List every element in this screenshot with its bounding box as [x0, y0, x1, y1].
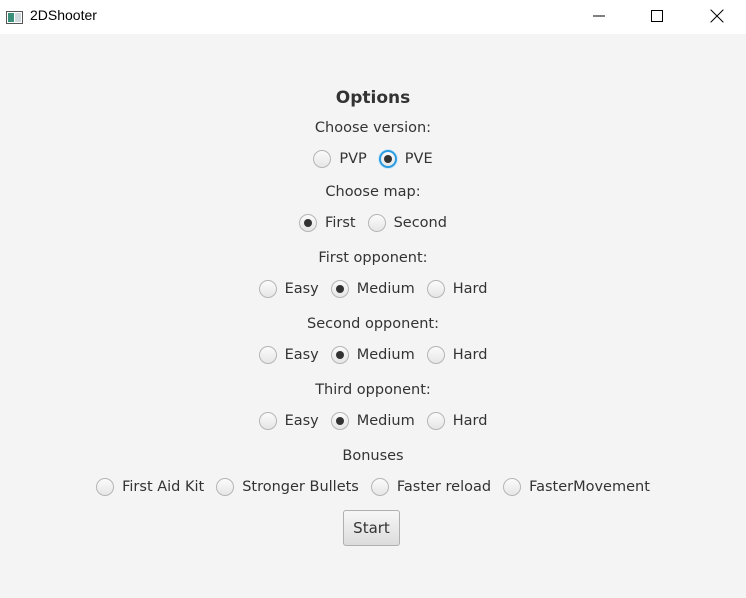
- bonus-option-faster-movement[interactable]: FasterMovement: [503, 478, 650, 496]
- third-opponent-option-medium[interactable]: Medium: [330, 412, 415, 430]
- radio-label: Hard: [452, 281, 488, 297]
- radio-label: PVE: [404, 151, 433, 167]
- radio-button[interactable]: [216, 478, 235, 496]
- window-title: 2DShooter: [30, 7, 97, 23]
- version-option-pvp[interactable]: PVP: [313, 150, 367, 168]
- radio-button[interactable]: [330, 346, 349, 364]
- second-opponent-radio-group: Easy Medium Hard: [0, 346, 746, 364]
- radio-label: Hard: [452, 347, 488, 363]
- close-icon: [710, 9, 724, 23]
- radio-button[interactable]: [330, 280, 349, 298]
- options-heading: Options: [335, 88, 411, 108]
- close-button[interactable]: [688, 0, 746, 32]
- radio-button[interactable]: [258, 280, 277, 298]
- radio-button[interactable]: [370, 478, 389, 496]
- radio-button[interactable]: [426, 280, 445, 298]
- radio-label: Easy: [284, 413, 319, 429]
- bonus-option-faster-reload[interactable]: Faster reload: [370, 478, 492, 496]
- maximize-button[interactable]: [628, 0, 686, 32]
- first-opponent-radio-group: Easy Medium Hard: [0, 280, 746, 298]
- title-bar: 2DShooter: [0, 0, 746, 34]
- bonuses-radio-group: First Aid Kit Stronger Bullets Faster re…: [0, 478, 746, 496]
- radio-button[interactable]: [330, 412, 349, 430]
- radio-button[interactable]: [313, 150, 332, 168]
- radio-label: Faster reload: [396, 479, 492, 495]
- radio-button[interactable]: [299, 214, 318, 232]
- bonus-option-first-aid-kit[interactable]: First Aid Kit: [96, 478, 204, 496]
- bonuses-label: Bonuses: [342, 448, 404, 464]
- radio-button[interactable]: [426, 346, 445, 364]
- version-radio-group: PVP PVE: [0, 150, 746, 168]
- map-option-second[interactable]: Second: [367, 214, 447, 232]
- radio-label: PVP: [339, 151, 367, 167]
- radio-button[interactable]: [96, 478, 115, 496]
- radio-button[interactable]: [426, 412, 445, 430]
- radio-label: First: [325, 215, 356, 231]
- first-opponent-label: First opponent:: [318, 250, 428, 266]
- radio-label: Second: [393, 215, 447, 231]
- third-opponent-option-hard[interactable]: Hard: [426, 412, 488, 430]
- radio-button[interactable]: [503, 478, 522, 496]
- third-opponent-option-easy[interactable]: Easy: [258, 412, 319, 430]
- radio-label: First Aid Kit: [122, 479, 205, 495]
- minimize-icon: [593, 15, 605, 17]
- radio-label: Medium: [356, 413, 415, 429]
- radio-button[interactable]: [258, 412, 277, 430]
- options-panel: Options Choose version: PVP PVE Choose m…: [0, 34, 746, 598]
- third-opponent-radio-group: Easy Medium Hard: [0, 412, 746, 430]
- maximize-icon: [651, 10, 663, 22]
- third-opponent-label: Third opponent:: [315, 382, 431, 398]
- radio-label: Easy: [284, 347, 319, 363]
- radio-label: FasterMovement: [529, 479, 650, 495]
- second-opponent-option-easy[interactable]: Easy: [258, 346, 319, 364]
- second-opponent-option-hard[interactable]: Hard: [426, 346, 488, 364]
- map-option-first[interactable]: First: [299, 214, 356, 232]
- bonus-option-stronger-bullets[interactable]: Stronger Bullets: [216, 478, 359, 496]
- radio-label: Hard: [452, 413, 488, 429]
- radio-label: Medium: [356, 347, 415, 363]
- version-label: Choose version:: [314, 120, 432, 136]
- minimize-button[interactable]: [570, 0, 628, 32]
- second-opponent-option-medium[interactable]: Medium: [330, 346, 415, 364]
- radio-button[interactable]: [378, 150, 397, 168]
- app-window-icon: [6, 9, 23, 24]
- second-opponent-label: Second opponent:: [307, 316, 439, 332]
- map-radio-group: First Second: [0, 214, 746, 232]
- first-opponent-option-medium[interactable]: Medium: [330, 280, 415, 298]
- first-opponent-option-easy[interactable]: Easy: [258, 280, 319, 298]
- first-opponent-option-hard[interactable]: Hard: [426, 280, 488, 298]
- radio-button[interactable]: [258, 346, 277, 364]
- radio-label: Medium: [356, 281, 415, 297]
- radio-label: Stronger Bullets: [242, 479, 359, 495]
- radio-label: Easy: [284, 281, 319, 297]
- radio-button[interactable]: [367, 214, 386, 232]
- start-button[interactable]: Start: [343, 510, 400, 546]
- map-label: Choose map:: [325, 184, 421, 200]
- version-option-pve[interactable]: PVE: [378, 150, 433, 168]
